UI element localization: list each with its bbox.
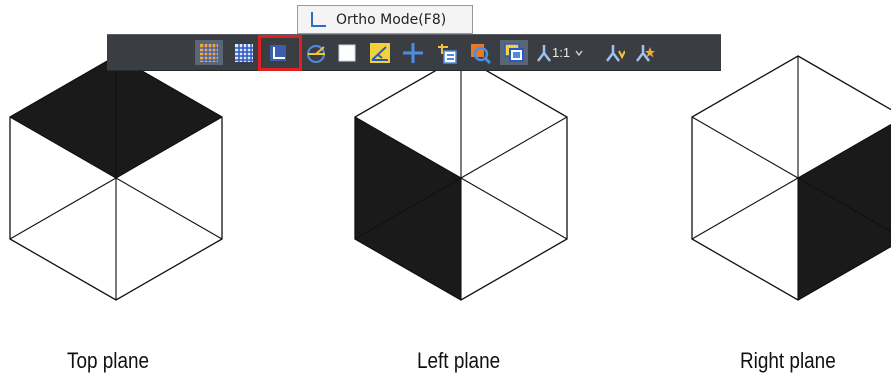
annotation-scale-value: 1:1 [552,45,571,60]
object-snap-tracking-icon [403,42,423,63]
isometric-drafting-button[interactable] [367,40,393,65]
annotation-visibility-icon [606,44,625,62]
snap-mode-button[interactable] [231,40,257,65]
left-plane-hexagon [354,55,568,301]
chevron-down-icon[interactable] [574,48,584,58]
ortho-mode-highlight [258,35,302,71]
auto-scale-button[interactable] [633,40,657,65]
ortho-mode-tooltip: Ortho Mode(F8) [297,5,473,34]
hexagon-spoke [460,116,568,179]
polar-tracking-button[interactable] [303,40,329,65]
object-snap-button[interactable] [335,40,359,65]
snap-mode-icon [235,43,253,62]
status-bar-toolbar: 1:1 [107,34,721,71]
object-snap-tracking-button[interactable] [400,40,426,65]
grid-display-button[interactable] [195,40,223,65]
lineweight-icon [438,43,457,64]
isometric-drafting-icon [370,42,390,63]
left-plane-caption: Left plane [417,348,501,373]
auto-scale-icon [636,44,655,62]
hexagon-spoke [115,177,223,240]
top-plane-hexagon [9,55,223,301]
hexagon-spoke [691,116,799,179]
annotation-scale-button[interactable]: 1:1 [536,40,588,65]
grid-display-icon [200,43,218,62]
object-snap-icon [338,44,356,61]
lineweight-button[interactable] [434,40,460,65]
annotation-scale-icon [537,44,551,62]
top-plane-caption: Top plane [67,348,150,373]
polar-tracking-icon [307,44,325,63]
ortho-mode-icon [308,10,328,30]
transparency-button[interactable] [467,40,493,65]
hexagon-spoke [9,177,117,240]
annotation-visibility-button[interactable] [603,40,627,65]
selection-cycling-button[interactable] [500,40,528,65]
right-plane-caption: Right plane [740,348,836,373]
transparency-icon [471,43,491,64]
selection-cycling-icon [504,42,524,62]
right-plane-hexagon [691,55,891,301]
tooltip-text: Ortho Mode(F8) [336,11,447,28]
hexagon-spoke [691,177,799,240]
hexagon-spoke [460,177,568,240]
